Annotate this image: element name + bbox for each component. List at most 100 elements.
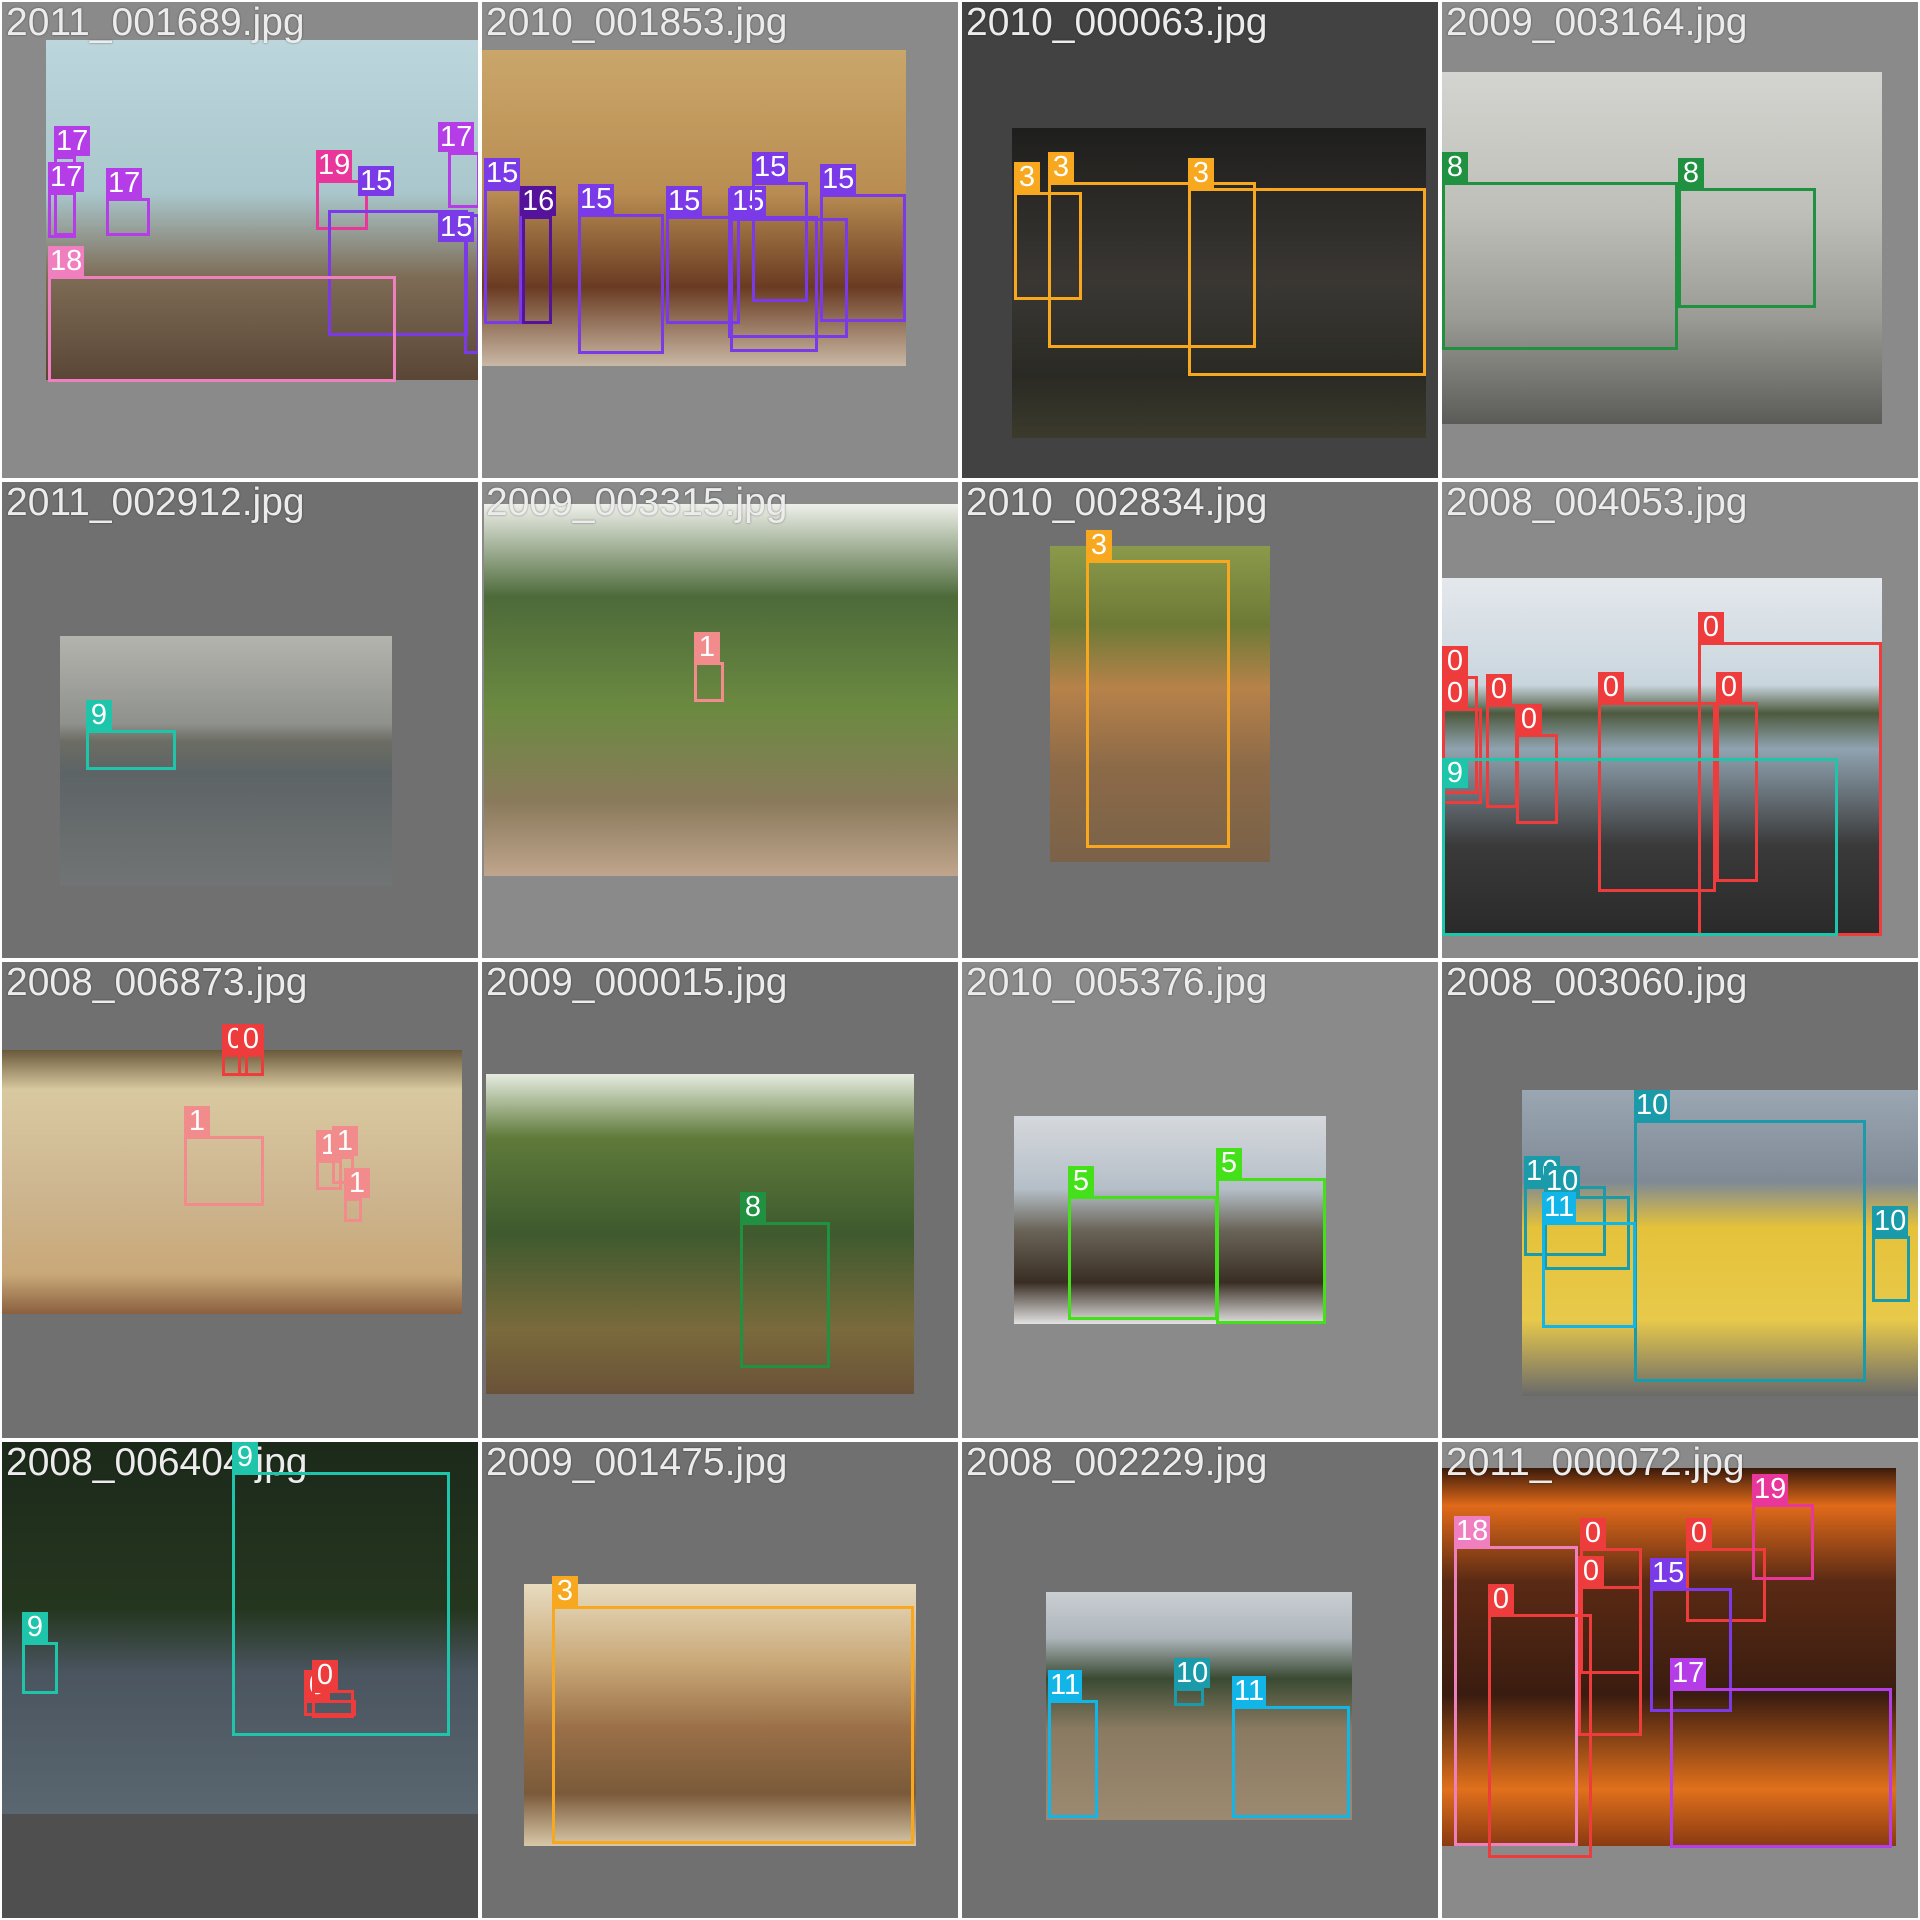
class-label: 19	[316, 149, 353, 181]
class-label: 16	[520, 185, 557, 217]
mosaic-tile: 2010_001853.jpg1516151515151515	[480, 0, 960, 480]
detection-box	[1752, 1504, 1814, 1580]
class-label: 1	[184, 1106, 210, 1136]
detection-box	[22, 1642, 58, 1694]
detection-box	[1442, 182, 1678, 350]
mosaic-tile: 2009_003315.jpg 1	[480, 480, 960, 960]
detection-box	[1542, 1222, 1636, 1328]
class-label: 17	[54, 125, 91, 157]
tile-filename: 2011_001689.jpg	[6, 1, 305, 44]
detection-mosaic: 2011_001689.jpg 17 17 17 17 19 15 15 18 2010_0018…	[0, 0, 1920, 1920]
tile-filename: 2010_000063.jpg	[966, 1, 1268, 44]
class-label: 3	[1188, 158, 1214, 188]
class-label: 9	[232, 1442, 258, 1472]
class-label: 17	[106, 167, 143, 199]
class-label: 5	[1068, 1166, 1094, 1196]
class-label: 0	[1442, 646, 1468, 676]
mosaic-tile: 2011_000072.jpg 18 0 0 0 0 19 15 17	[1440, 1440, 1920, 1920]
class-label: 8	[1442, 152, 1468, 182]
scene-photo	[486, 1074, 914, 1394]
class-label: 15	[358, 165, 395, 197]
detection-box	[86, 730, 176, 770]
class-label: 8	[1678, 158, 1704, 188]
mosaic-tile: 2008_006404.jpg9900	[0, 1440, 480, 1920]
detection-box	[740, 1222, 830, 1368]
class-label: 0	[1442, 678, 1468, 708]
mosaic-tile: 2010_005376.jpg 5 5	[960, 960, 1440, 1440]
class-label: 19	[1752, 1473, 1789, 1505]
mosaic-tile: 2009_000015.jpg 8	[480, 960, 960, 1440]
class-label: 0	[1686, 1518, 1712, 1548]
class-label: 0	[1486, 674, 1512, 704]
class-label: 11	[1542, 1191, 1577, 1223]
class-label: 10	[1174, 1657, 1211, 1689]
detection-box	[1086, 560, 1230, 848]
detection-box	[48, 192, 76, 238]
class-label: 18	[1454, 1515, 1491, 1547]
detection-box	[344, 1198, 362, 1222]
class-label: 3	[1086, 530, 1112, 560]
class-label: 1	[344, 1168, 370, 1198]
detection-box	[184, 1136, 264, 1206]
detection-box	[820, 194, 906, 322]
tile-filename: 2010_002834.jpg	[966, 481, 1268, 524]
tile-filename: 2008_003060.jpg	[1446, 961, 1748, 1004]
class-label: 18	[48, 245, 85, 277]
class-label: 8	[740, 1192, 766, 1222]
class-label: 9	[22, 1612, 48, 1642]
mosaic-tile: 2008_003060.jpg 10 10 10 11 10	[1440, 960, 1920, 1440]
detection-box	[484, 188, 522, 324]
class-label: 15	[578, 183, 615, 215]
class-label: 1	[694, 632, 720, 662]
detection-box	[1678, 188, 1816, 308]
class-label: 5	[1216, 1148, 1242, 1178]
class-label: 0	[312, 1660, 338, 1690]
tile-filename: 2010_005376.jpg	[966, 961, 1268, 1004]
mosaic-tile: 2009_001475.jpg 3	[480, 1440, 960, 1920]
detection-box	[1670, 1688, 1892, 1848]
detection-box	[1634, 1120, 1866, 1382]
class-label: 0	[1580, 1518, 1606, 1548]
detection-box	[1216, 1178, 1326, 1324]
class-label: 3	[552, 1576, 578, 1606]
detection-box	[1174, 1688, 1204, 1706]
detection-box	[448, 152, 478, 208]
detection-box	[1442, 758, 1838, 936]
mosaic-tile: 2008_006873.jpg 0 0 1 1 1 1	[0, 960, 480, 1440]
class-label: 11	[1232, 1675, 1267, 1707]
detection-box	[578, 214, 664, 354]
mosaic-tile: 2010_002834.jpg 3	[960, 480, 1440, 960]
class-label: 0	[1598, 672, 1624, 702]
detection-box	[752, 182, 808, 302]
class-label: 0	[1516, 704, 1542, 734]
class-label: 15	[666, 185, 703, 217]
detection-box	[1232, 1706, 1350, 1818]
detection-box	[238, 1054, 264, 1076]
mosaic-tile: 2008_004053.jpg 0 0 0 0 0 0 0 9	[1440, 480, 1920, 960]
class-label: 0	[1698, 612, 1724, 642]
mosaic-tile: 2010_000063.jpg 3 3 3	[960, 0, 1440, 480]
class-label: 11	[1048, 1669, 1083, 1701]
tile-filename: 2010_001853.jpg	[486, 1, 788, 44]
detection-box	[106, 198, 150, 236]
tile-filename: 2011_000072.jpg	[1446, 1441, 1745, 1484]
class-label: 17	[1670, 1657, 1707, 1689]
class-label: 15	[820, 163, 857, 195]
tile-filename: 2008_002229.jpg	[966, 1441, 1268, 1484]
class-label: 15	[752, 151, 789, 183]
class-label: 0	[1716, 672, 1742, 702]
detection-box	[522, 216, 552, 324]
mosaic-tile: 2009_003164.jpg 8 8	[1440, 0, 1920, 480]
class-label: 0	[1488, 1584, 1514, 1614]
detection-box	[1872, 1236, 1910, 1302]
class-label: 1	[332, 1126, 358, 1156]
tile-filename: 2009_000015.jpg	[486, 961, 788, 1004]
detection-box	[694, 662, 724, 702]
detection-box	[1068, 1196, 1218, 1320]
class-label: 10	[1872, 1205, 1909, 1237]
mosaic-tile: 2011_001689.jpg 17 17 17 17 19 15 15 18	[0, 0, 480, 480]
class-label: 9	[86, 700, 112, 730]
tile-filename: 2011_002912.jpg	[6, 481, 305, 524]
class-label: 15	[438, 211, 475, 243]
detection-box	[552, 1606, 914, 1844]
